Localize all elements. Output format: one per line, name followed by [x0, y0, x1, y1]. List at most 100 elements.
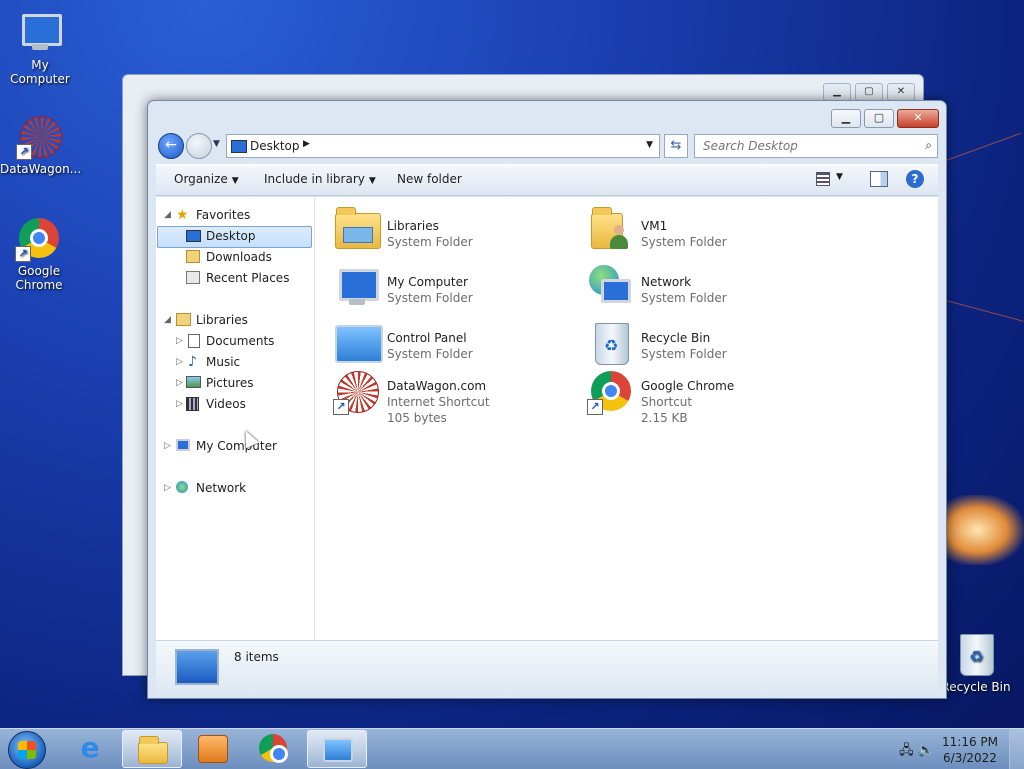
desktop-icon-label: Recycle Bin [941, 680, 1011, 694]
item-google-chrome[interactable]: ↗ Google Chrome Shortcut 2.15 KB [587, 365, 817, 431]
network-tray-icon[interactable]: 🖧 [899, 743, 914, 758]
address-row: ← ▼ Desktop ▶ ▼ ⇆ ⌕ [156, 132, 938, 160]
start-button[interactable] [8, 731, 46, 769]
item-name: Libraries [387, 219, 439, 233]
close-button[interactable]: ✕ [897, 109, 939, 128]
new-folder-button[interactable]: New folder [397, 172, 462, 186]
nav-music[interactable]: ▷ ♪ Music [162, 352, 312, 372]
desktop-icon [231, 140, 247, 153]
search-box[interactable]: ⌕ [694, 134, 938, 158]
nav-documents[interactable]: ▷ Documents [162, 331, 312, 351]
close-button[interactable]: ✕ [887, 83, 915, 101]
item-my-computer[interactable]: My Computer System Folder [333, 261, 563, 311]
taskbar: e 🖧 🔈 11:16 PM 6/3/2022 [0, 728, 1024, 769]
chrome-icon: ↗ [587, 367, 635, 415]
search-icon[interactable]: ⌕ [925, 138, 932, 153]
nav-libraries[interactable]: ◢ Libraries [162, 310, 312, 330]
back-button[interactable]: ← [158, 133, 184, 159]
chevron-down-icon: ▼ [231, 176, 239, 186]
item-vm1[interactable]: VM1 System Folder [587, 205, 817, 255]
maximize-button[interactable]: ▢ [864, 109, 894, 128]
nav-pictures[interactable]: ▷ Pictures [162, 373, 312, 393]
desktop-icon-recycle-bin[interactable]: Recycle Bin [936, 630, 1016, 694]
include-in-library-menu[interactable]: Include in library ▼ [264, 172, 376, 186]
recent-pages-dropdown[interactable]: ▼ [213, 139, 220, 149]
item-datawagon[interactable]: ↗ DataWagon.com Internet Shortcut 105 by… [333, 365, 563, 431]
user-folder-icon [587, 207, 635, 255]
maximize-button[interactable]: ▢ [855, 83, 883, 101]
expand-icon[interactable]: ▷ [176, 331, 183, 351]
downloads-folder-icon [186, 250, 200, 263]
item-count: 8 items [234, 650, 279, 664]
desktop-icon [175, 649, 219, 685]
expand-icon[interactable]: ▷ [176, 394, 183, 414]
minimize-button[interactable]: ▁ [823, 83, 851, 101]
forward-button[interactable] [186, 133, 212, 159]
minimize-button[interactable]: ▁ [831, 109, 861, 128]
volume-icon[interactable]: 🔈 [918, 743, 934, 758]
nav-my-computer[interactable]: ▷ My Computer [162, 436, 312, 456]
item-type: System Folder [641, 347, 727, 361]
item-name: Control Panel [387, 331, 467, 345]
music-icon: ♪ [188, 354, 197, 370]
taskbar-chrome[interactable] [244, 730, 302, 766]
taskbar-control-panel[interactable] [307, 730, 367, 768]
nav-desktop[interactable]: Desktop [157, 226, 312, 248]
desktop-icon-datawagon[interactable]: ↗ DataWagon... [0, 112, 82, 176]
desktop-icon-chrome[interactable]: ↗ Google Chrome [0, 214, 78, 292]
desktop-icon-my-computer[interactable]: My Computer [0, 8, 80, 86]
breadcrumb-chevron-icon[interactable]: ▶ [303, 139, 310, 149]
taskbar-media-player[interactable] [183, 730, 241, 766]
system-tray: 🖧 🔈 [899, 741, 934, 763]
search-input[interactable] [701, 138, 905, 154]
address-bar[interactable]: Desktop ▶ ▼ [226, 134, 660, 158]
nav-videos[interactable]: ▷ Videos [162, 394, 312, 414]
desktop-icon-label: Google Chrome [15, 264, 63, 292]
web-shortcut-icon: ↗ [16, 112, 64, 160]
nav-recent-places[interactable]: Recent Places [162, 268, 312, 288]
address-dropdown-icon[interactable]: ▼ [646, 140, 653, 150]
nav-downloads[interactable]: Downloads [162, 247, 312, 267]
details-pane: 8 items [156, 640, 938, 692]
item-type: System Folder [387, 235, 473, 249]
expand-icon[interactable]: ▷ [164, 478, 171, 498]
collapse-icon[interactable]: ◢ [164, 310, 171, 330]
item-name: Google Chrome [641, 379, 735, 393]
file-list: Libraries System Folder VM1 System Folde… [315, 197, 938, 640]
item-name: DataWagon.com [387, 379, 487, 393]
computer-icon [16, 8, 64, 56]
nav-label: Desktop [206, 229, 256, 243]
wallpaper-streak [945, 300, 1024, 322]
organize-label: Organize [174, 172, 228, 186]
expand-icon[interactable]: ▷ [164, 436, 171, 456]
item-network[interactable]: Network System Folder [587, 261, 817, 311]
nav-network[interactable]: ▷ Network [162, 478, 312, 498]
show-desktop-button[interactable] [1009, 729, 1024, 769]
taskbar-internet-explorer[interactable]: e [61, 730, 119, 766]
help-icon[interactable]: ? [906, 170, 924, 188]
chrome-icon: ↗ [15, 214, 63, 262]
clock[interactable]: 11:16 PM 6/3/2022 [942, 734, 998, 766]
item-control-panel[interactable]: Control Panel System Folder [333, 317, 563, 367]
refresh-button[interactable]: ⇆ [664, 134, 688, 158]
item-recycle-bin[interactable]: Recycle Bin System Folder [587, 317, 817, 367]
network-icon [587, 263, 635, 311]
item-size: 2.15 KB [641, 411, 688, 425]
organize-menu[interactable]: Organize ▼ [174, 172, 239, 186]
nav-label: My Computer [196, 439, 277, 453]
wallpaper-flare [946, 495, 1024, 565]
collapse-icon[interactable]: ◢ [164, 205, 171, 225]
desktop-icon-label: DataWagon... [0, 162, 82, 176]
item-libraries[interactable]: Libraries System Folder [333, 205, 563, 255]
desktop-icon-label: My Computer [10, 58, 70, 86]
change-view-button[interactable]: ▼ [816, 171, 846, 187]
desktop-icon [186, 230, 201, 242]
nav-label: Music [206, 355, 241, 369]
taskbar-explorer[interactable] [122, 730, 182, 768]
nav-favorites[interactable]: ◢ ★ Favorites [162, 205, 312, 225]
expand-icon[interactable]: ▷ [176, 373, 183, 393]
expand-icon[interactable]: ▷ [176, 352, 183, 372]
preview-pane-icon[interactable] [870, 171, 888, 187]
folder-icon [138, 736, 168, 764]
breadcrumb-desktop[interactable]: Desktop [250, 139, 300, 153]
